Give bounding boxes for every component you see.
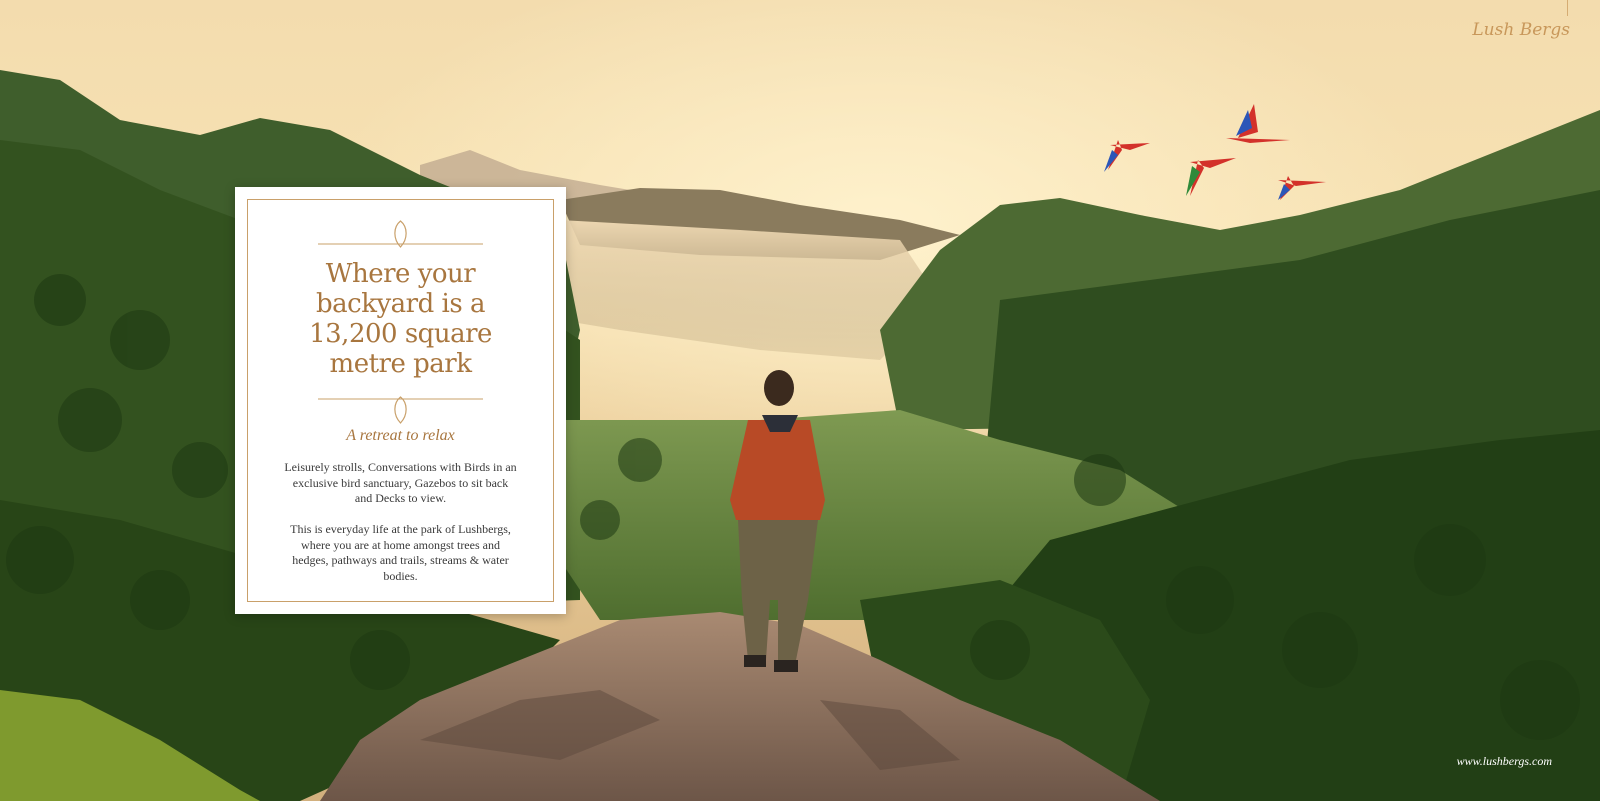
card-headline: Where your backyard is a 13,200 square m… [235, 259, 566, 379]
ornament-top-icon [318, 220, 483, 248]
brand-rule [1567, 0, 1568, 16]
card-paragraph-2: This is everyday life at the park of Lus… [275, 522, 526, 584]
card-subtitle: A retreat to relax [346, 427, 455, 444]
paragraph-line: This is everyday life at the park of Lus… [290, 522, 511, 536]
paragraph-line: bodies. [383, 568, 418, 583]
paragraph-line: Leisurely strolls, Conversations with Bi… [284, 460, 517, 474]
headline-line: 13,200 square [309, 319, 492, 349]
paragraph-line: hedges, pathways and trails, streams & w… [292, 553, 509, 567]
paragraph-line: and Decks to view. [354, 491, 447, 505]
ornament-bottom-icon [318, 396, 483, 424]
info-card: Where your backyard is a 13,200 square m… [235, 187, 566, 614]
paragraph-line: exclusive bird sanctuary, Gazebos to sit… [292, 475, 509, 490]
headline-line: backyard is a [316, 289, 485, 319]
website-link[interactable]: www.lushbergs.com [1457, 754, 1552, 769]
brand-logo: Lush Bergs [1472, 20, 1570, 40]
card-paragraph-1: Leisurely strolls, Conversations with Bi… [275, 460, 526, 507]
headline-line: metre park [329, 349, 472, 379]
paragraph-line: where you are at home amongst trees and [301, 537, 500, 552]
headline-line: Where your [325, 259, 476, 289]
